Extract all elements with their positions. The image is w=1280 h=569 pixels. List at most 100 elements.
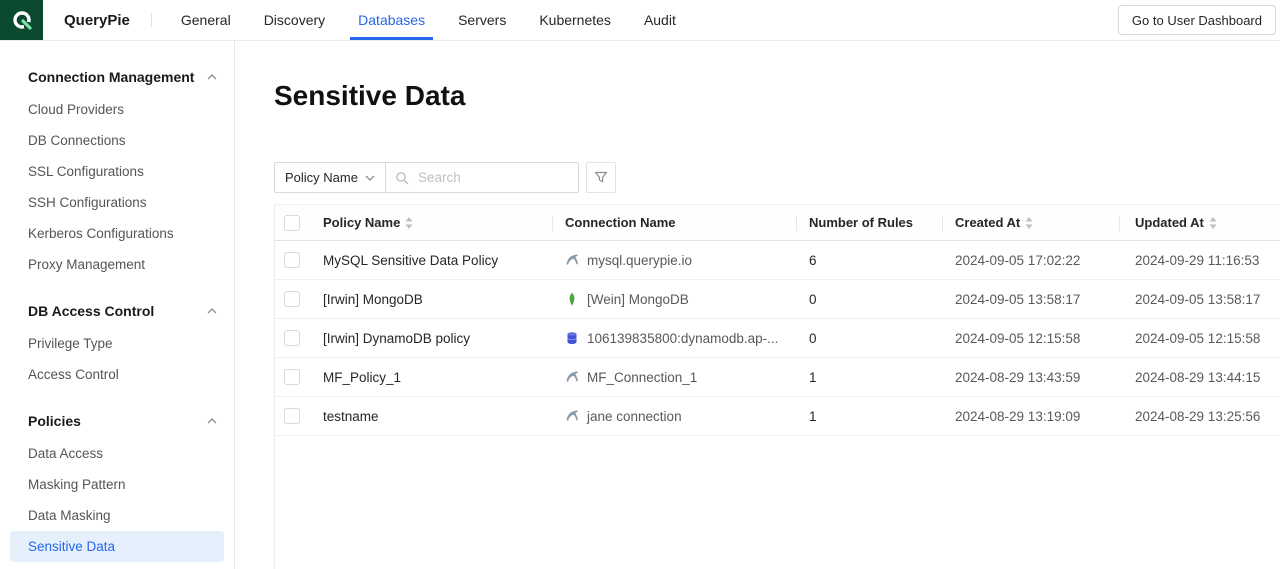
nav-tab-kubernetes[interactable]: Kubernetes: [531, 0, 619, 40]
sidebar-section-connection-management: Connection Management Cloud Providers DB…: [0, 60, 234, 280]
row-cell-policy-name: [Irwin] MongoDB: [315, 280, 553, 318]
row-cell-number-of-rules: 1: [797, 397, 943, 435]
chevron-up-icon: [207, 418, 217, 424]
section-title: DB Access Control: [28, 303, 154, 319]
table-row[interactable]: testname jane connection 1 2024-08-29 13…: [275, 397, 1280, 436]
policy-name[interactable]: MySQL Sensitive Data Policy: [323, 253, 498, 268]
nav-tab-general[interactable]: General: [173, 0, 239, 40]
created-at: 2024-09-05 12:15:58: [955, 331, 1080, 346]
row-cell-checkbox: [275, 358, 315, 396]
top-navbar: QueryPie General Discovery Databases Ser…: [0, 0, 1280, 41]
column-label: Created At: [955, 215, 1020, 230]
nav-tab-audit[interactable]: Audit: [636, 0, 684, 40]
search-icon: [395, 171, 409, 185]
row-cell-updated-at: 2024-09-29 11:16:53: [1120, 241, 1280, 279]
number-of-rules: 0: [809, 292, 817, 307]
connection-name: 106139835800:dynamodb.ap-...: [587, 331, 778, 346]
content-area: Sensitive Data Policy Name: [235, 41, 1280, 569]
row-checkbox[interactable]: [284, 369, 300, 385]
chevron-down-icon: [365, 175, 375, 181]
row-cell-checkbox: [275, 280, 315, 318]
sidebar-item-kerberos-configurations[interactable]: Kerberos Configurations: [10, 218, 224, 249]
sidebar-item-db-connections[interactable]: DB Connections: [10, 125, 224, 156]
chevron-up-icon: [207, 74, 217, 80]
updated-at: 2024-09-29 11:16:53: [1135, 253, 1259, 268]
sidebar-item-cloud-providers[interactable]: Cloud Providers: [10, 94, 224, 125]
sidebar-section-header-connection-management[interactable]: Connection Management: [0, 60, 234, 94]
row-cell-created-at: 2024-08-29 13:19:09: [943, 397, 1120, 435]
updated-at: 2024-08-29 13:44:15: [1135, 370, 1260, 385]
header-cell-number-of-rules: Number of Rules: [797, 205, 943, 240]
main-layout: Connection Management Cloud Providers DB…: [0, 41, 1280, 569]
go-to-user-dashboard-button[interactable]: Go to User Dashboard: [1118, 5, 1276, 35]
nav-tab-discovery[interactable]: Discovery: [256, 0, 333, 40]
row-cell-policy-name: [Irwin] DynamoDB policy: [315, 319, 553, 357]
sidebar-item-ssh-configurations[interactable]: SSH Configurations: [10, 187, 224, 218]
policy-name[interactable]: MF_Policy_1: [323, 370, 401, 385]
policy-name[interactable]: testname: [323, 409, 379, 424]
sensitive-data-table: Policy Name Connection Name Number of Ru…: [274, 204, 1280, 569]
sort-icon[interactable]: [1209, 217, 1217, 229]
table-row[interactable]: MF_Policy_1 MF_Connection_1 1 2024-08-29…: [275, 358, 1280, 397]
row-cell-connection-name: jane connection: [553, 397, 797, 435]
sidebar-section-header-db-access-control[interactable]: DB Access Control: [0, 294, 234, 328]
created-at: 2024-09-05 17:02:22: [955, 253, 1080, 268]
updated-at: 2024-09-05 13:58:17: [1135, 292, 1260, 307]
policy-name[interactable]: [Irwin] DynamoDB policy: [323, 331, 470, 346]
number-of-rules: 0: [809, 331, 817, 346]
row-cell-updated-at: 2024-09-05 12:15:58: [1120, 319, 1280, 357]
select-all-checkbox[interactable]: [284, 215, 300, 231]
sidebar-item-access-control[interactable]: Access Control: [10, 359, 224, 390]
search-input[interactable]: [416, 169, 569, 186]
row-cell-created-at: 2024-09-05 13:58:17: [943, 280, 1120, 318]
table-row[interactable]: MySQL Sensitive Data Policy mysql.queryp…: [275, 241, 1280, 280]
nav-tab-databases[interactable]: Databases: [350, 0, 433, 40]
table-row[interactable]: [Irwin] MongoDB [Wein] MongoDB 0 2024-09…: [275, 280, 1280, 319]
row-checkbox[interactable]: [284, 252, 300, 268]
sidebar-section-header-policies[interactable]: Policies: [0, 404, 234, 438]
created-at: 2024-09-05 13:58:17: [955, 292, 1080, 307]
sidebar: Connection Management Cloud Providers DB…: [0, 41, 235, 569]
policy-name[interactable]: [Irwin] MongoDB: [323, 292, 423, 307]
table-row[interactable]: [Irwin] DynamoDB policy 106139835800:dyn…: [275, 319, 1280, 358]
mysql-icon: [565, 409, 579, 423]
number-of-rules: 6: [809, 253, 817, 268]
row-checkbox[interactable]: [284, 330, 300, 346]
sidebar-item-sensitive-data[interactable]: Sensitive Data: [10, 531, 224, 562]
sidebar-item-ssl-configurations[interactable]: SSL Configurations: [10, 156, 224, 187]
sidebar-item-data-access[interactable]: Data Access: [10, 438, 224, 469]
sidebar-item-proxy-management[interactable]: Proxy Management: [10, 249, 224, 280]
number-of-rules: 1: [809, 370, 817, 385]
header-cell-updated-at[interactable]: Updated At: [1120, 205, 1280, 240]
policy-name-filter-dropdown[interactable]: Policy Name: [274, 162, 386, 193]
row-checkbox[interactable]: [284, 291, 300, 307]
querypie-logo[interactable]: [0, 0, 43, 40]
row-cell-checkbox: [275, 397, 315, 435]
column-label: Number of Rules: [809, 215, 913, 230]
mysql-icon: [565, 370, 579, 384]
row-cell-updated-at: 2024-08-29 13:25:56: [1120, 397, 1280, 435]
sidebar-item-data-masking[interactable]: Data Masking: [10, 500, 224, 531]
created-at: 2024-08-29 13:43:59: [955, 370, 1080, 385]
table-header-row: Policy Name Connection Name Number of Ru…: [275, 205, 1280, 241]
sort-icon[interactable]: [1025, 217, 1033, 229]
row-cell-number-of-rules: 1: [797, 358, 943, 396]
sort-icon[interactable]: [405, 217, 413, 229]
filter-button[interactable]: [586, 162, 616, 193]
app-root: QueryPie General Discovery Databases Ser…: [0, 0, 1280, 569]
dynamodb-icon: [565, 331, 579, 345]
page-title: Sensitive Data: [274, 78, 1280, 114]
header-cell-policy-name[interactable]: Policy Name: [315, 205, 553, 240]
connection-name: [Wein] MongoDB: [587, 292, 689, 307]
header-cell-created-at[interactable]: Created At: [943, 205, 1120, 240]
sidebar-section-policies: Policies Data Access Masking Pattern Dat…: [0, 404, 234, 562]
row-cell-number-of-rules: 6: [797, 241, 943, 279]
column-label: Policy Name: [323, 215, 400, 230]
sidebar-item-privilege-type[interactable]: Privilege Type: [10, 328, 224, 359]
sidebar-item-masking-pattern[interactable]: Masking Pattern: [10, 469, 224, 500]
querypie-logo-icon: [11, 9, 33, 31]
row-checkbox[interactable]: [284, 408, 300, 424]
nav-tab-servers[interactable]: Servers: [450, 0, 514, 40]
row-cell-updated-at: 2024-08-29 13:44:15: [1120, 358, 1280, 396]
header-cell-checkbox: [275, 205, 315, 240]
